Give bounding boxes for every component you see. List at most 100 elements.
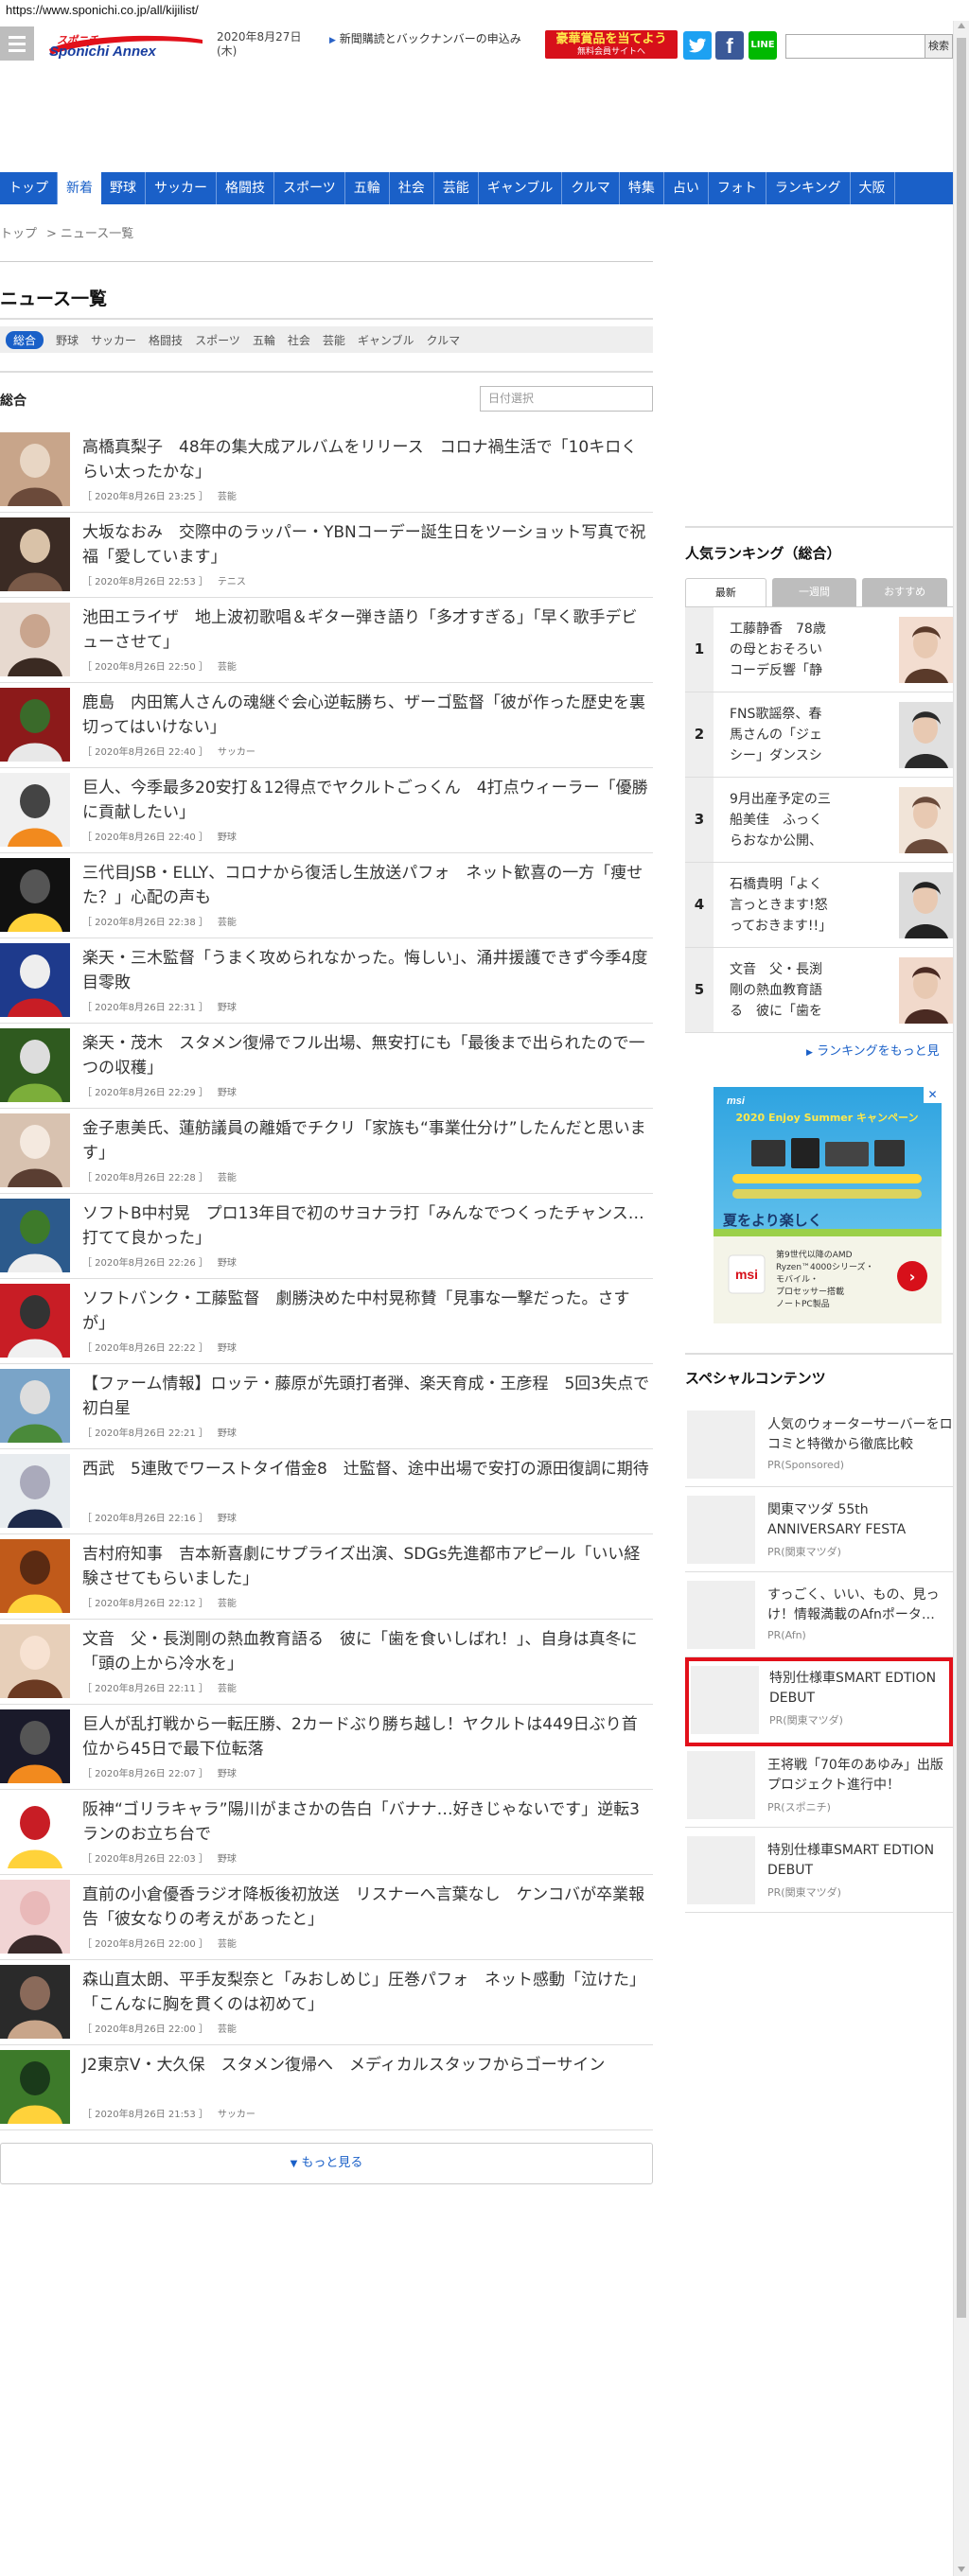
news-item[interactable]: ソフトB中村晃 プロ13年目で初のサヨナラ打「みんなでつくったチャンス…打てて良… (0, 1194, 653, 1279)
news-thumbnail[interactable] (0, 1624, 70, 1698)
nav-item-8[interactable]: 芸能 (434, 172, 479, 204)
news-item[interactable]: 吉村府知事 吉本新喜劇にサプライズ出演、SDGs先進都市アピール「いい経験させて… (0, 1534, 653, 1620)
ranking-item[interactable]: 3 9月出産予定の三船美佳 ふっくらおなか公開、ファン「全然変… (685, 778, 953, 863)
news-item[interactable]: 西武 5連敗でワーストタイ借金8 辻監督、途中出場で安打の源田復調に期待 ［ 20… (0, 1449, 653, 1534)
special-item[interactable]: 特別仕様車SMART EDTION DEBUT PR(関東マツダ) (685, 1828, 953, 1913)
ranking-text[interactable]: 石橋貴明「よく言っときます!怒っておきます!!」 大物作詞家… (730, 874, 832, 937)
ranking-thumbnail[interactable] (899, 957, 953, 1024)
news-item[interactable]: 巨人が乱打戦から一転圧勝、2カードぶり勝ち越し！ヤクルトは449日ぶり首位から4… (0, 1705, 653, 1790)
nav-item-9[interactable]: ギャンブル (479, 172, 563, 204)
date-select-input[interactable]: 日付選択 (480, 386, 653, 412)
ranking-thumbnail[interactable] (899, 617, 953, 683)
nav-item-15[interactable]: 大阪 (851, 172, 895, 204)
news-item[interactable]: 【ファーム情報】ロッテ・藤原が先頭打者弾、楽天育成・王彦程 5回3失点で初白星 ［… (0, 1364, 653, 1449)
news-title[interactable]: 文音 父・長渕剛の熱血教育語る 彼に「歯を食いしばれ！」、自身は真冬に「頭の上か… (82, 1627, 653, 1676)
ranking-tab-1[interactable]: 一週間 (771, 578, 857, 606)
subscription-link[interactable]: ▶ 新聞購読とバックナンバーの申込み (329, 32, 533, 48)
news-thumbnail[interactable] (0, 1113, 70, 1187)
site-logo[interactable]: スポニチ Sponichi Annex (45, 30, 204, 60)
news-item[interactable]: 金子恵美氏、蓮舫議員の離婚でチクリ「家族も“事業仕分け”したんだと思います」 ［ … (0, 1109, 653, 1194)
news-thumbnail[interactable] (0, 432, 70, 506)
nav-item-6[interactable]: 五輪 (345, 172, 390, 204)
category-filter-8[interactable]: ギャンブル (358, 332, 414, 348)
promo-banner[interactable]: 豪華賞品を当てよう 無料会員サイトへ (545, 30, 678, 59)
news-thumbnail[interactable] (0, 1539, 70, 1613)
ad-close-icon[interactable]: ✕ (924, 1087, 942, 1103)
special-thumbnail[interactable] (691, 1666, 759, 1734)
ranking-item[interactable]: 5 文音 父・長渕剛の熱血教育語る 彼に「歯を食いしばれ！」、… (685, 948, 953, 1033)
news-thumbnail[interactable] (0, 1880, 70, 1954)
news-thumbnail[interactable] (0, 1369, 70, 1443)
special-item[interactable]: 関東マツダ 55th ANNIVERSARY FESTA PR(関東マツダ) (685, 1487, 953, 1572)
news-item[interactable]: 三代目JSB・ELLY、コロナから復活し生放送パフォ ネット歓喜の一方「痩せた？… (0, 853, 653, 938)
scroll-down-arrow-icon[interactable] (958, 2567, 965, 2572)
news-thumbnail[interactable] (0, 1284, 70, 1358)
news-title[interactable]: 西武 5連敗でワーストタイ借金8 辻監督、途中出場で安打の源田復調に期待 (82, 1457, 653, 1481)
category-filter-5[interactable]: 五輪 (253, 332, 275, 348)
special-title[interactable]: 特別仕様車SMART EDTION DEBUT (767, 1841, 953, 1881)
special-item[interactable]: 特別仕様車SMART EDTION DEBUT PR(関東マツダ) (685, 1657, 953, 1746)
category-filter-3[interactable]: 格闘技 (149, 332, 183, 348)
scroll-up-arrow-icon[interactable] (958, 23, 965, 28)
search-button[interactable]: 検索 (925, 34, 953, 59)
nav-item-0[interactable]: トップ (0, 172, 58, 204)
special-thumbnail[interactable] (687, 1496, 755, 1564)
news-thumbnail[interactable] (0, 1199, 70, 1272)
nav-item-1[interactable]: 新着 (58, 172, 101, 204)
nav-item-14[interactable]: ランキング (766, 172, 851, 204)
special-thumbnail[interactable] (687, 1836, 755, 1904)
ranking-item[interactable]: 2 FNS歌謡祭、春馬さんの「ジェシー」ダンスシーン放送…ネット… (685, 692, 953, 778)
news-item[interactable]: 池田エライザ 地上波初歌唱＆ギター弾き語り「多才すぎる」「早く歌手デビューさせて… (0, 598, 653, 683)
special-item[interactable]: 人気のウォーターサーバーをロコミと特徴から徹底比較 PR(Sponsored) (685, 1402, 953, 1487)
news-item[interactable]: J2東京V・大久保 スタメン復帰へ メディカルスタッフからゴーサイン ［ 2020… (0, 2045, 653, 2130)
news-title[interactable]: 金子恵美氏、蓮舫議員の離婚でチクリ「家族も“事業仕分け”したんだと思います」 (82, 1116, 653, 1165)
news-title[interactable]: 高橋真梨子 48年の集大成アルバムをリリース コロナ禍生活で「10キロくらい太っ… (82, 435, 653, 484)
url-bar[interactable]: https://www.sponichi.co.jp/all/kijilist/ (0, 0, 969, 21)
news-item[interactable]: 森山直太朗、平手友梨奈と「みおしめじ」圧巻パフォ ネット感動「泣けた」「こんなに… (0, 1960, 653, 2045)
special-thumbnail[interactable] (687, 1751, 755, 1819)
special-title[interactable]: 人気のウォーターサーバーをロコミと特徴から徹底比較 (767, 1415, 953, 1455)
nav-item-2[interactable]: 野球 (101, 172, 146, 204)
news-thumbnail[interactable] (0, 1965, 70, 2039)
news-title[interactable]: 阪神“ゴリラキャラ”陽川がまさかの告白「バナナ…好きじゃないです」逆転3ランのお… (82, 1797, 653, 1847)
facebook-icon[interactable]: f (715, 31, 744, 60)
category-filter-4[interactable]: スポーツ (195, 332, 240, 348)
special-item[interactable]: すっごく、いい、もの、見っけ！情報満載のAfnポータ… PR(Afn) (685, 1572, 953, 1657)
twitter-icon[interactable] (683, 31, 712, 60)
news-title[interactable]: 三代目JSB・ELLY、コロナから復活し生放送パフォ ネット歓喜の一方「痩せた？… (82, 861, 653, 910)
special-title[interactable]: 特別仕様車SMART EDTION DEBUT (769, 1669, 955, 1709)
news-item[interactable]: 鹿島 内田篤人さんの魂継ぐ会心逆転勝ち、ザーゴ監督「彼が作った歴史を裏切ってはい… (0, 683, 653, 768)
news-thumbnail[interactable] (0, 688, 70, 762)
category-filter-0[interactable]: 総合 (6, 330, 44, 349)
special-thumbnail[interactable] (687, 1411, 755, 1479)
nav-item-10[interactable]: クルマ (562, 172, 620, 204)
news-item[interactable]: 楽天・三木監督「うまく攻められなかった。悔しい」、涌井援護できず今季4度目零敗 ［… (0, 938, 653, 1024)
category-filter-2[interactable]: サッカー (91, 332, 136, 348)
ranking-tab-0[interactable]: 最新 (685, 578, 766, 606)
category-filter-7[interactable]: 芸能 (323, 332, 345, 348)
news-title[interactable]: 吉村府知事 吉本新喜劇にサプライズ出演、SDGs先進都市アピール「いい経験させて… (82, 1542, 653, 1591)
ranking-thumbnail[interactable] (899, 872, 953, 938)
search-input[interactable] (785, 34, 925, 59)
more-button[interactable]: ▼ もっと見る (0, 2143, 653, 2184)
news-title[interactable]: 巨人が乱打戦から一転圧勝、2カードぶり勝ち越し！ヤクルトは449日ぶり首位から4… (82, 1712, 653, 1761)
ranking-item[interactable]: 1 工藤静香 78歳の母とおそろいコーデ反響「静香さんママ、ス… (685, 607, 953, 692)
news-title[interactable]: 【ファーム情報】ロッテ・藤原が先頭打者弾、楽天育成・王彦程 5回3失点で初白星 (82, 1372, 653, 1421)
category-filter-1[interactable]: 野球 (56, 332, 79, 348)
ranking-thumbnail[interactable] (899, 787, 953, 853)
ranking-text[interactable]: 9月出産予定の三船美佳 ふっくらおなか公開、ファン「全然変… (730, 789, 832, 851)
breadcrumb-home[interactable]: トップ (0, 227, 37, 241)
news-item[interactable]: 直前の小倉優香ラジオ降板後初放送 リスナーへ言葉なし ケンコバが卒業報告「彼女な… (0, 1875, 653, 1960)
nav-item-11[interactable]: 特集 (620, 172, 664, 204)
news-title[interactable]: 池田エライザ 地上波初歌唱＆ギター弾き語り「多才すぎる」「早く歌手デビューさせて… (82, 605, 653, 655)
news-thumbnail[interactable] (0, 1028, 70, 1102)
ranking-item[interactable]: 4 石橋貴明「よく言っときます!怒っておきます!!」 大物作詞家… (685, 863, 953, 948)
line-icon[interactable]: LINE (749, 31, 777, 60)
news-thumbnail[interactable] (0, 1454, 70, 1528)
category-filter-6[interactable]: 社会 (288, 332, 310, 348)
nav-item-5[interactable]: スポーツ (274, 172, 345, 204)
ranking-text[interactable]: FNS歌謡祭、春馬さんの「ジェシー」ダンスシーン放送…ネット… (730, 704, 832, 766)
nav-item-4[interactable]: 格闘技 (217, 172, 274, 204)
ranking-tab-2[interactable]: おすすめ (862, 578, 947, 606)
nav-item-12[interactable]: 占い (664, 172, 709, 204)
